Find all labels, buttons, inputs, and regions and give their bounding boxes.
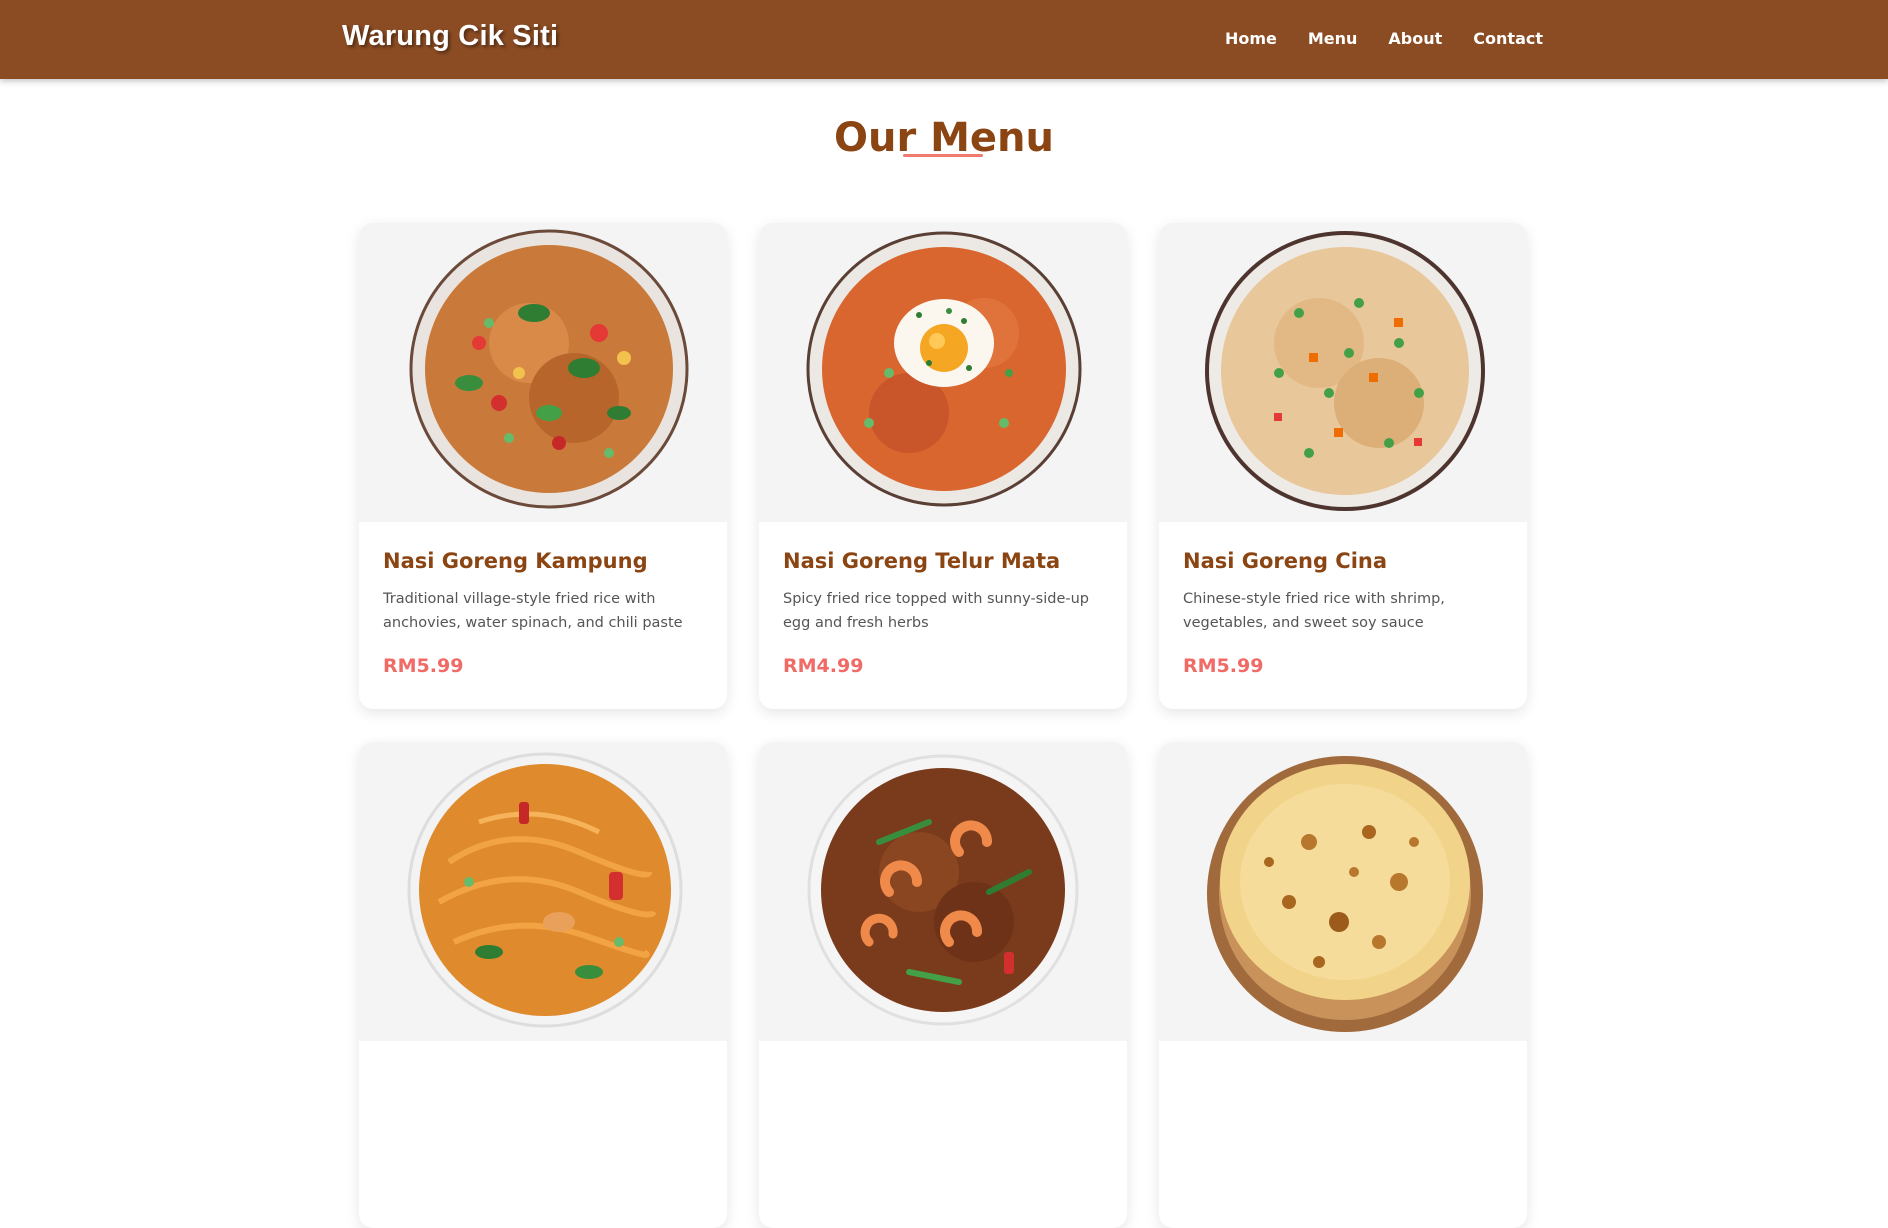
brand-logo[interactable]: Warung Cik Siti bbox=[342, 20, 558, 53]
menu-item-description: Traditional village-style fried rice wit… bbox=[383, 591, 683, 631]
fried-rice-kampung-image bbox=[359, 223, 727, 522]
menu-card[interactable] bbox=[759, 742, 1127, 1228]
menu-item-price: RM4.99 bbox=[783, 655, 864, 677]
fried-noodles-image bbox=[359, 742, 727, 1041]
menu-card[interactable] bbox=[1159, 742, 1527, 1228]
roti-canai-image bbox=[1159, 742, 1527, 1041]
fried-rice-cina-image bbox=[1159, 223, 1527, 522]
nav-links: Home Menu About Contact bbox=[1225, 29, 1543, 48]
menu-card[interactable] bbox=[359, 742, 727, 1228]
title-underline bbox=[903, 154, 983, 157]
menu-card[interactable]: Nasi Goreng Kampung Traditional village-… bbox=[359, 223, 727, 709]
nav-link-contact[interactable]: Contact bbox=[1473, 29, 1543, 48]
nav-link-about[interactable]: About bbox=[1388, 29, 1442, 48]
menu-item-price: RM5.99 bbox=[1183, 655, 1264, 677]
menu-item-price: RM5.99 bbox=[383, 655, 464, 677]
menu-item-name: Nasi Goreng Telur Mata bbox=[783, 549, 1061, 573]
fried-rice-egg-image bbox=[759, 223, 1127, 522]
menu-item-name: Nasi Goreng Cina bbox=[1183, 549, 1388, 573]
navbar: Warung Cik Siti Home Menu About Contact bbox=[0, 0, 1888, 79]
menu-item-description: Spicy fried rice topped with sunny-side-… bbox=[783, 591, 1090, 631]
menu-item-description: Chinese-style fried rice with shrimp, ve… bbox=[1183, 591, 1445, 631]
nav-link-home[interactable]: Home bbox=[1225, 29, 1277, 48]
shrimp-noodles-image bbox=[759, 742, 1127, 1041]
menu-grid: Nasi Goreng Kampung Traditional village-… bbox=[359, 223, 1528, 1228]
menu-card[interactable]: Nasi Goreng Cina Chinese-style fried ric… bbox=[1159, 223, 1527, 709]
nav-link-menu[interactable]: Menu bbox=[1308, 29, 1358, 48]
menu-item-name: Nasi Goreng Kampung bbox=[383, 549, 648, 573]
menu-card[interactable]: Nasi Goreng Telur Mata Spicy fried rice … bbox=[759, 223, 1127, 709]
